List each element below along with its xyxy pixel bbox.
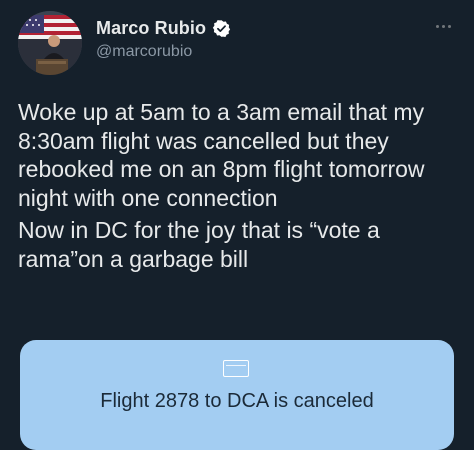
avatar[interactable]: [18, 11, 82, 75]
avatar-image: [18, 11, 82, 75]
author-display-name[interactable]: Marco Rubio: [96, 18, 206, 39]
more-dot: [435, 24, 439, 28]
link-card[interactable]: Flight 2878 to DCA is canceled: [20, 340, 454, 450]
author-name-row[interactable]: Marco Rubio: [96, 18, 231, 39]
tweet-text: Woke up at 5am to a 3am email that my 8:…: [18, 98, 458, 273]
tweet-paragraph: Now in DC for the joy that is “vote a ra…: [18, 217, 380, 272]
author-handle[interactable]: @marcorubio: [96, 43, 192, 61]
email-icon: [223, 360, 249, 377]
tweet-paragraph: Woke up at 5am to a 3am email that my 8:…: [18, 99, 425, 211]
verified-badge-icon: [212, 19, 231, 38]
more-dot: [447, 24, 451, 28]
more-dot: [441, 24, 445, 28]
card-title: Flight 2878 to DCA is canceled: [100, 390, 374, 412]
more-options-icon[interactable]: [430, 18, 456, 34]
